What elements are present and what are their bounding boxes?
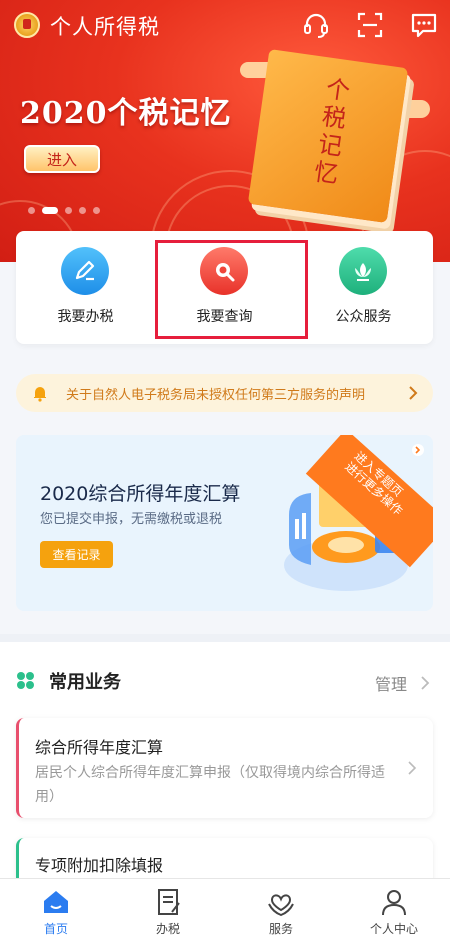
book-text: 个税记忆 (307, 74, 352, 190)
tab-label: 首页 (43, 922, 68, 936)
quick-action-public[interactable]: 公众服务 (294, 231, 433, 344)
quick-action-label: 公众服务 (335, 309, 392, 325)
banner-enter-button[interactable]: 进入 (24, 145, 100, 173)
chevron-right-icon (408, 761, 417, 775)
tab-home[interactable]: 首页 (0, 879, 112, 939)
app-title: 个人所得税 (50, 15, 160, 39)
chevron-right-icon (421, 676, 430, 690)
banner-title: 2020个税记忆 (20, 96, 232, 131)
section-divider (0, 634, 450, 642)
carousel-dot-active[interactable] (42, 207, 58, 214)
search-icon (200, 247, 248, 295)
common-business-list: 综合所得年度汇算 居民个人综合所得年度汇算申报（仅取得境内综合所得适用） 专项附… (0, 718, 450, 898)
banner[interactable]: 个人所得税 2020个税记忆 进入 个税记忆 (0, 0, 450, 262)
bell-icon (34, 387, 46, 402)
message-icon[interactable] (409, 10, 439, 40)
tab-label: 办税 (155, 922, 180, 936)
tax-emblem-logo (14, 12, 40, 38)
quick-action-label: 我要查询 (196, 309, 253, 325)
manage-link[interactable]: 管理 (375, 671, 407, 695)
clover-icon (17, 672, 34, 689)
quick-action-query[interactable]: 我要查询 (155, 231, 294, 344)
annual-card-subtitle: 您已提交申报，无需缴税或退税 (40, 512, 223, 527)
chevron-right-icon (409, 386, 418, 400)
carousel-dot[interactable] (65, 207, 72, 214)
top-bar: 个人所得税 (0, 0, 450, 50)
notice-bar[interactable]: 关于自然人电子税务局未授权任何第三方服务的声明 (16, 374, 433, 412)
quick-actions: 我要办税 我要查询 公众服务 (16, 231, 433, 344)
annual-settlement-card[interactable]: 2020综合所得年度汇算 您已提交申报，无需缴税或退税 查看记录 进入专题页 进… (16, 435, 433, 611)
tab-profile[interactable]: 个人中心 (338, 879, 450, 939)
person-icon (382, 890, 406, 916)
carousel-dot[interactable] (79, 207, 86, 214)
business-item[interactable]: 综合所得年度汇算 居民个人综合所得年度汇算申报（仅取得境内综合所得适用） (16, 718, 433, 818)
home-icon (44, 891, 68, 913)
carousel-dot[interactable] (28, 207, 35, 214)
heart-hands-icon (268, 894, 294, 917)
carousel-dots (28, 207, 100, 214)
headset-icon[interactable] (301, 10, 331, 40)
common-business-header: 常用业务 管理 (0, 642, 450, 718)
tab-label: 个人中心 (369, 922, 418, 936)
carousel-dot[interactable] (93, 207, 100, 214)
view-records-button[interactable]: 查看记录 (40, 541, 113, 568)
bottom-tab-bar: 首页 办税 服务 个人中心 (0, 878, 450, 939)
section-title: 常用业务 (49, 672, 121, 693)
lotus-icon (339, 247, 387, 295)
scan-icon[interactable] (355, 10, 385, 40)
tab-label: 服务 (268, 922, 293, 936)
quick-action-tax[interactable]: 我要办税 (16, 231, 155, 344)
tab-service[interactable]: 服务 (225, 879, 337, 939)
quick-action-label: 我要办税 (57, 309, 114, 325)
business-item-desc: 居民个人综合所得年度汇算申报（仅取得境内综合所得适用） (35, 765, 385, 805)
tax-form-icon (158, 889, 180, 915)
business-item-title: 专项附加扣除填报 (35, 856, 164, 875)
business-item-title: 综合所得年度汇算 (35, 738, 164, 757)
notice-text: 关于自然人电子税务局未授权任何第三方服务的声明 (66, 388, 366, 403)
tab-tax[interactable]: 办税 (112, 879, 224, 939)
arrow-circle-icon (412, 444, 424, 456)
edit-icon (61, 247, 109, 295)
memory-book-illustration: 个税记忆 (247, 49, 409, 223)
annual-card-title: 2020综合所得年度汇算 (40, 483, 241, 505)
